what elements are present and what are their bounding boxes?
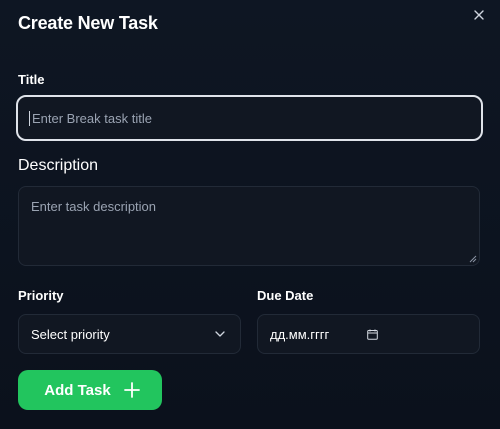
title-placeholder: Enter Break task title <box>32 110 152 126</box>
priority-label: Priority <box>18 288 64 303</box>
calendar-icon[interactable] <box>367 329 378 340</box>
title-input[interactable]: Enter Break task title <box>16 95 483 141</box>
title-label: Title <box>18 72 45 87</box>
dialog-title: Create New Task <box>18 13 158 33</box>
due-date-label: Due Date <box>257 288 314 303</box>
create-task-dialog: Create New Task Title Enter Break task t… <box>0 0 500 429</box>
due-date-input[interactable]: дд.мм.гггг <box>257 314 480 354</box>
chevron-down-icon <box>215 331 225 337</box>
text-cursor <box>29 110 30 126</box>
close-icon <box>474 10 484 20</box>
due-date-value: дд.мм.гггг <box>270 326 330 342</box>
description-placeholder: Enter task description <box>31 199 157 214</box>
close-button[interactable] <box>470 6 488 24</box>
plus-icon <box>123 382 140 398</box>
priority-value: Select priority <box>31 326 110 342</box>
add-task-label: Add Task <box>44 381 111 399</box>
priority-select[interactable]: Select priority <box>18 314 241 354</box>
description-label: Description <box>18 157 99 174</box>
add-task-button[interactable]: Add Task <box>18 370 162 410</box>
resize-handle-icon[interactable] <box>469 255 477 263</box>
description-textarea[interactable]: Enter task description <box>18 186 480 266</box>
